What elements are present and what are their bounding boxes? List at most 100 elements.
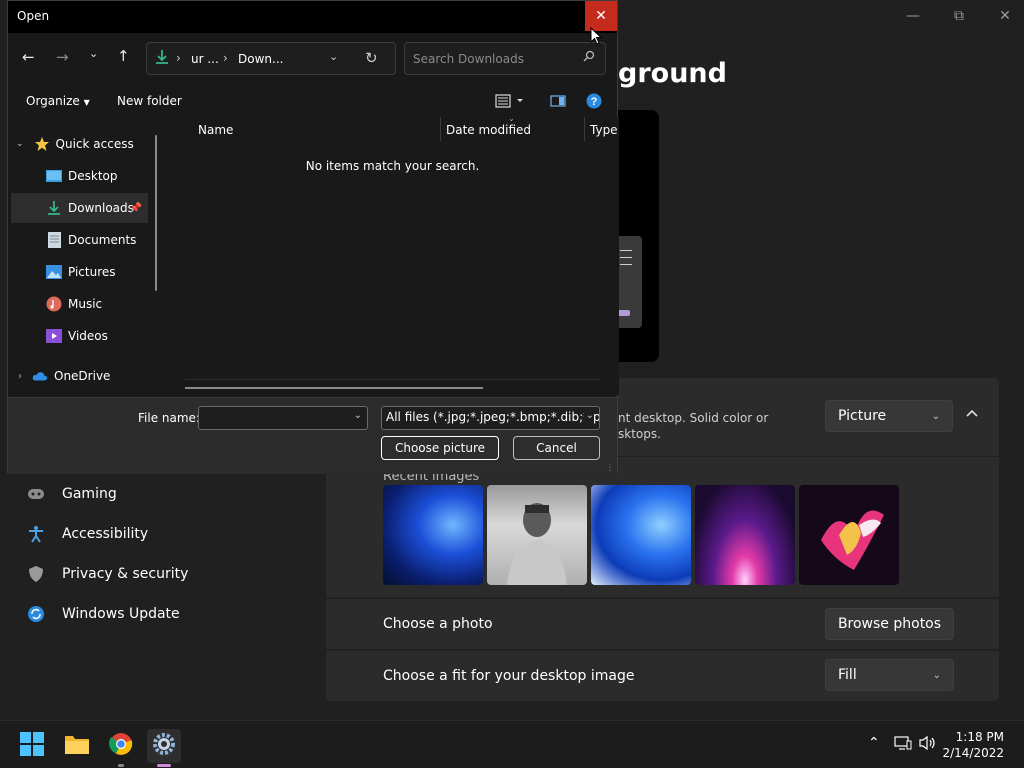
chevron-right-icon[interactable]: ›: [18, 371, 22, 382]
settings-taskbar-button[interactable]: [147, 729, 181, 767]
address-bar[interactable]: › ur ... › Down... ⌄ ↻: [146, 42, 396, 75]
column-divider: [440, 117, 441, 141]
document-icon: [46, 232, 62, 248]
dialog-title: Open: [17, 9, 50, 23]
cancel-button[interactable]: Cancel: [513, 436, 600, 460]
file-name-label: File name:: [138, 411, 200, 425]
recent-images: [383, 485, 899, 585]
network-icon[interactable]: [894, 735, 912, 755]
recent-images-card: Recent images: [326, 457, 999, 597]
star-icon: [34, 136, 50, 152]
fit-label: Choose a fit for your desktop image: [383, 668, 635, 684]
nav-item-privacy[interactable]: Privacy & security: [26, 554, 188, 594]
close-icon[interactable]: ✕: [996, 8, 1014, 24]
fit-dropdown[interactable]: Fill ⌄: [825, 659, 954, 691]
nav-item-gaming[interactable]: Gaming: [26, 474, 188, 514]
desktop-icon: [46, 168, 62, 184]
restore-icon[interactable]: ⧉: [950, 8, 968, 24]
file-type-select[interactable]: All files (*.jpg;*.jpeg;*.bmp;*.dib;*.pn…: [381, 406, 600, 430]
download-icon: [155, 49, 169, 68]
background-type-dropdown[interactable]: Picture ⌄: [825, 400, 953, 432]
music-icon: [46, 296, 62, 312]
chevron-down-icon[interactable]: ⌄: [329, 50, 338, 63]
minimize-icon[interactable]: —: [904, 8, 922, 24]
running-indicator: [118, 764, 124, 767]
chrome-taskbar-button[interactable]: [104, 729, 138, 767]
nav-item-windows-update[interactable]: Windows Update: [26, 594, 188, 634]
resize-grip-icon[interactable]: ⋮: [606, 463, 614, 472]
search-input[interactable]: Search Downloads: [413, 52, 524, 66]
open-dialog: Open ✕ ← → ⌄ ↑ › ur ... › Down... ⌄ ↻ Se…: [7, 0, 619, 474]
tree-item-quick-access[interactable]: ⌄ Quick access: [16, 129, 166, 159]
choose-picture-button[interactable]: Choose picture: [381, 436, 499, 460]
pictures-icon: [46, 264, 62, 280]
system-clock[interactable]: 1:18 PM 2/14/2022: [942, 729, 1004, 761]
view-options-icon[interactable]: [495, 94, 525, 111]
preview-pane-icon[interactable]: [550, 94, 566, 111]
search-icon: [583, 50, 595, 65]
tree-item-downloads[interactable]: Downloads 📌: [11, 193, 148, 223]
window-controls: — ⧉ ✕: [904, 8, 1014, 24]
back-icon[interactable]: ←: [22, 48, 35, 66]
column-divider: [584, 117, 585, 141]
refresh-icon[interactable]: ↻: [365, 49, 378, 67]
forward-icon[interactable]: →: [56, 48, 69, 66]
recent-image-1[interactable]: [383, 485, 483, 585]
update-icon: [26, 604, 46, 624]
recent-image-2[interactable]: [487, 485, 587, 585]
accessibility-icon: [26, 524, 46, 544]
nav-item-accessibility[interactable]: Accessibility: [26, 514, 188, 554]
desktop-preview: [612, 110, 659, 362]
chevron-up-icon[interactable]: [966, 406, 978, 420]
chevron-down-icon: ▼: [83, 98, 90, 107]
dialog-titlebar: Open ✕: [8, 1, 617, 33]
tree-item-onedrive[interactable]: › OneDrive: [18, 361, 168, 391]
recent-image-5[interactable]: [799, 485, 899, 585]
chevron-down-icon: ⌄: [583, 410, 594, 421]
volume-icon[interactable]: [919, 735, 937, 755]
file-name-input[interactable]: ⌄: [198, 406, 368, 430]
shield-icon: [26, 564, 46, 584]
column-header-name[interactable]: Name: [198, 123, 233, 137]
organize-button[interactable]: Organize ▼: [26, 94, 90, 108]
folder-icon: [64, 733, 90, 759]
gaming-icon: [26, 484, 46, 504]
choose-photo-label: Choose a photo: [383, 616, 493, 632]
background-description: nt desktop. Solid color or sktops.: [618, 411, 769, 441]
breadcrumb-item-parent[interactable]: ur ...: [191, 52, 219, 66]
up-icon[interactable]: ↑: [117, 47, 130, 65]
file-explorer-taskbar-button[interactable]: [60, 729, 94, 763]
breadcrumb-item-current[interactable]: Down...: [238, 52, 283, 66]
recent-image-3[interactable]: [591, 485, 691, 585]
choose-photo-row: Choose a photo Browse photos: [326, 599, 999, 649]
page-title: ground: [618, 58, 727, 89]
recent-locations-icon[interactable]: ⌄: [89, 47, 98, 60]
browse-photos-button[interactable]: Browse photos: [825, 608, 954, 640]
active-indicator: [157, 764, 171, 767]
cloud-icon: [32, 368, 48, 384]
clock-date: 2/14/2022: [942, 746, 1004, 760]
chevron-down-icon[interactable]: ⌄: [16, 139, 24, 149]
column-header-type[interactable]: Type: [590, 123, 618, 137]
dialog-footer: File name: ⌄ All files (*.jpg;*.jpeg;*.b…: [8, 397, 617, 474]
chevron-down-icon[interactable]: ⌄: [354, 410, 362, 421]
close-icon: ✕: [595, 8, 607, 24]
download-icon: [46, 200, 62, 216]
tree-scrollbar[interactable]: [155, 135, 157, 291]
navigation-pane: ⌄ Quick access Desktop 📌 Downloads 📌 Doc…: [8, 119, 190, 397]
chevron-down-icon: ⌄: [932, 669, 941, 681]
show-hidden-icons-icon[interactable]: ⌃: [868, 735, 880, 751]
horizontal-scrollbar[interactable]: [185, 387, 483, 389]
settings-nav: Gaming Accessibility Privacy & security …: [26, 474, 188, 634]
column-header-date-modified[interactable]: Date modified: [446, 123, 531, 137]
svg-text:?: ?: [591, 96, 598, 108]
help-icon[interactable]: ?: [586, 93, 602, 112]
pin-icon: 📌: [129, 202, 142, 214]
start-button[interactable]: [15, 729, 49, 763]
recent-image-4[interactable]: [695, 485, 795, 585]
new-folder-button[interactable]: New folder: [117, 94, 182, 108]
mouse-cursor-icon: [590, 26, 603, 49]
list-divider: [185, 379, 601, 380]
search-box[interactable]: Search Downloads: [404, 42, 606, 75]
breadcrumb-separator: ›: [223, 51, 228, 65]
